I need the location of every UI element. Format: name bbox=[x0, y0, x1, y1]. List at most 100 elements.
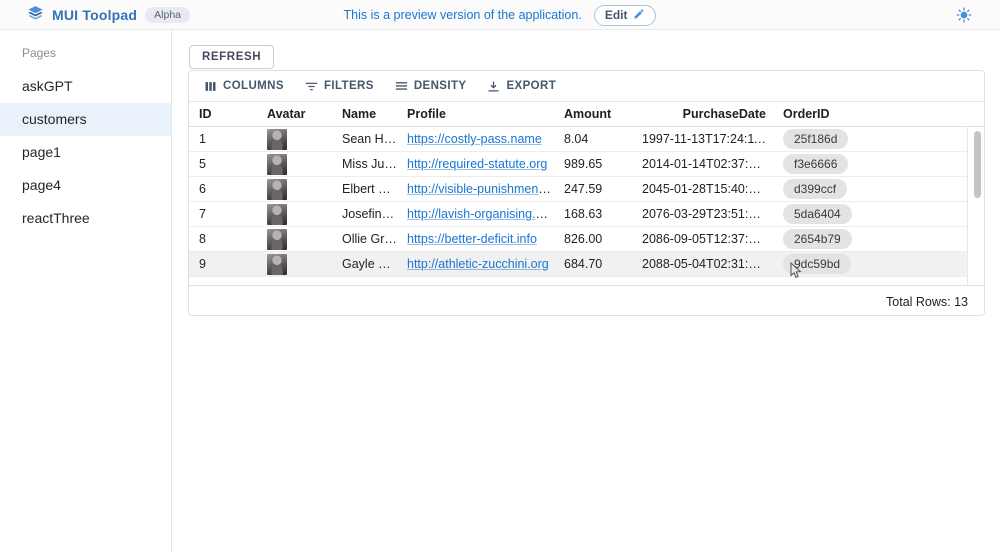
cell-profile: https://costly-pass.name bbox=[397, 132, 554, 146]
orderid-chip[interactable]: 25f186d bbox=[783, 129, 848, 149]
data-grid: COLUMNS FILTERS DE bbox=[188, 70, 985, 316]
cell-profile: http://visible-punishment.net bbox=[397, 182, 554, 196]
cell-amount: 989.65 bbox=[554, 157, 642, 171]
avatar bbox=[267, 204, 287, 225]
cell-purchasedate: 2086-09-05T12:37:27.015Z bbox=[642, 232, 766, 246]
sidebar-section-label: Pages bbox=[0, 40, 171, 70]
avatar bbox=[267, 254, 287, 275]
columns-button-label: COLUMNS bbox=[223, 80, 284, 92]
filters-button[interactable]: FILTERS bbox=[296, 75, 382, 98]
cell-id: 5 bbox=[189, 157, 257, 171]
alpha-badge: Alpha bbox=[145, 7, 190, 23]
grid-rows-viewport: 1 Sean Harris https://costly-pass.name 8… bbox=[189, 127, 984, 285]
grid-toolbar: COLUMNS FILTERS DE bbox=[189, 71, 984, 101]
app-header: MUI Toolpad Alpha This is a preview vers… bbox=[0, 0, 1000, 30]
cell-profile: http://athletic-zucchini.org bbox=[397, 257, 554, 271]
avatar bbox=[267, 129, 287, 150]
cell-orderid: f3e6666 bbox=[766, 154, 967, 174]
density-button[interactable]: DENSITY bbox=[386, 75, 475, 98]
edit-button[interactable]: Edit bbox=[594, 5, 657, 26]
cell-name: Sean Harris bbox=[332, 132, 397, 146]
cell-orderid: 2654b79 bbox=[766, 229, 967, 249]
sidebar-item-page1[interactable]: page1 bbox=[0, 136, 171, 169]
column-header-purchasedate[interactable]: PurchaseDate bbox=[642, 107, 766, 121]
cell-orderid: 9dc59bd bbox=[766, 254, 967, 274]
profile-link[interactable]: https://better-deficit.info bbox=[407, 232, 537, 246]
profile-link[interactable]: http://visible-punishment.net bbox=[407, 182, 554, 196]
sun-icon[interactable] bbox=[956, 7, 972, 23]
filter-list-icon bbox=[304, 79, 319, 94]
export-button-label: EXPORT bbox=[506, 80, 556, 92]
sidebar-item-page4[interactable]: page4 bbox=[0, 169, 171, 202]
cell-amount: 684.70 bbox=[554, 257, 642, 271]
app-window: MUI Toolpad Alpha This is a preview vers… bbox=[0, 0, 1000, 552]
orderid-chip[interactable]: 5da6404 bbox=[783, 204, 852, 224]
cell-purchasedate: 2088-05-04T02:31:03.294Z bbox=[642, 257, 766, 271]
cell-amount: 168.63 bbox=[554, 207, 642, 221]
orderid-chip[interactable]: d399ccf bbox=[783, 179, 847, 199]
orderid-chip[interactable]: f3e6666 bbox=[783, 154, 848, 174]
vertical-scrollbar[interactable] bbox=[974, 131, 981, 198]
cell-profile: http://lavish-organising.name bbox=[397, 207, 554, 221]
profile-link[interactable]: https://costly-pass.name bbox=[407, 132, 542, 146]
avatar bbox=[267, 229, 287, 250]
column-header-orderid[interactable]: OrderID bbox=[766, 107, 984, 121]
table-row[interactable]: 6 Elbert McL... http://visible-punishmen… bbox=[189, 177, 967, 202]
cell-avatar bbox=[257, 229, 332, 250]
column-header-profile[interactable]: Profile bbox=[397, 107, 554, 121]
cell-orderid: 25f186d bbox=[766, 129, 967, 149]
cell-purchasedate: 2076-03-29T23:51:07.968Z bbox=[642, 207, 766, 221]
sidebar: Pages askGPT customers page1 page4 react… bbox=[0, 30, 172, 552]
profile-link[interactable]: http://required-statute.org bbox=[407, 157, 547, 171]
cell-name: Josefina P... bbox=[332, 207, 397, 221]
cell-avatar bbox=[257, 129, 332, 150]
columns-button[interactable]: COLUMNS bbox=[195, 75, 292, 98]
cell-avatar bbox=[257, 179, 332, 200]
sidebar-item-reactthree[interactable]: reactThree bbox=[0, 202, 171, 235]
density-button-label: DENSITY bbox=[414, 80, 467, 92]
cell-amount: 247.59 bbox=[554, 182, 642, 196]
column-header-avatar[interactable]: Avatar bbox=[257, 107, 332, 121]
profile-link[interactable]: http://lavish-organising.name bbox=[407, 207, 554, 221]
cell-id: 8 bbox=[189, 232, 257, 246]
cell-id: 6 bbox=[189, 182, 257, 196]
app-title: MUI Toolpad bbox=[52, 7, 137, 23]
table-row-hovered[interactable]: 9 Gayle Den... http://athletic-zucchini.… bbox=[189, 252, 967, 277]
cell-id: 1 bbox=[189, 132, 257, 146]
cell-amount: 826.00 bbox=[554, 232, 642, 246]
cell-orderid: d399ccf bbox=[766, 179, 967, 199]
cell-purchasedate: 1997-11-13T17:24:11.769Z bbox=[642, 132, 766, 146]
refresh-button[interactable]: REFRESH bbox=[189, 45, 274, 69]
sidebar-item-customers[interactable]: customers bbox=[0, 103, 171, 136]
download-icon bbox=[486, 79, 501, 94]
sidebar-item-askgpt[interactable]: askGPT bbox=[0, 70, 171, 103]
edit-button-label: Edit bbox=[605, 8, 628, 22]
export-button[interactable]: EXPORT bbox=[478, 75, 564, 98]
scroll-gutter-divider bbox=[967, 127, 968, 285]
layers-icon bbox=[27, 4, 44, 26]
profile-link[interactable]: http://athletic-zucchini.org bbox=[407, 257, 549, 271]
cell-purchasedate: 2045-01-28T15:40:06.325Z bbox=[642, 182, 766, 196]
cell-profile: https://better-deficit.info bbox=[397, 232, 554, 246]
main-content: REFRESH COLUMNS bbox=[172, 30, 1000, 552]
brand: MUI Toolpad Alpha bbox=[0, 4, 190, 26]
cell-id: 7 bbox=[189, 207, 257, 221]
column-header-name[interactable]: Name bbox=[332, 107, 397, 121]
cell-purchasedate: 2014-01-14T02:37:28.536Z bbox=[642, 157, 766, 171]
table-row[interactable]: 5 Miss Juan ... http://required-statute.… bbox=[189, 152, 967, 177]
column-header-id[interactable]: ID bbox=[189, 107, 257, 121]
table-row[interactable]: 1 Sean Harris https://costly-pass.name 8… bbox=[189, 127, 967, 152]
cell-name: Elbert McL... bbox=[332, 182, 397, 196]
cell-orderid: 5da6404 bbox=[766, 204, 967, 224]
cell-avatar bbox=[257, 204, 332, 225]
pencil-icon bbox=[633, 8, 645, 23]
orderid-chip[interactable]: 2654b79 bbox=[783, 229, 852, 249]
orderid-chip[interactable]: 9dc59bd bbox=[783, 254, 851, 274]
table-row[interactable]: 8 Ollie Green... https://better-deficit.… bbox=[189, 227, 967, 252]
table-row[interactable]: 7 Josefina P... http://lavish-organising… bbox=[189, 202, 967, 227]
cell-profile: http://required-statute.org bbox=[397, 157, 554, 171]
cell-name: Ollie Green... bbox=[332, 232, 397, 246]
cell-amount: 8.04 bbox=[554, 132, 642, 146]
grid-header-row: ID Avatar Name Profile Amount PurchaseDa… bbox=[189, 101, 984, 127]
column-header-amount[interactable]: Amount bbox=[554, 107, 642, 121]
